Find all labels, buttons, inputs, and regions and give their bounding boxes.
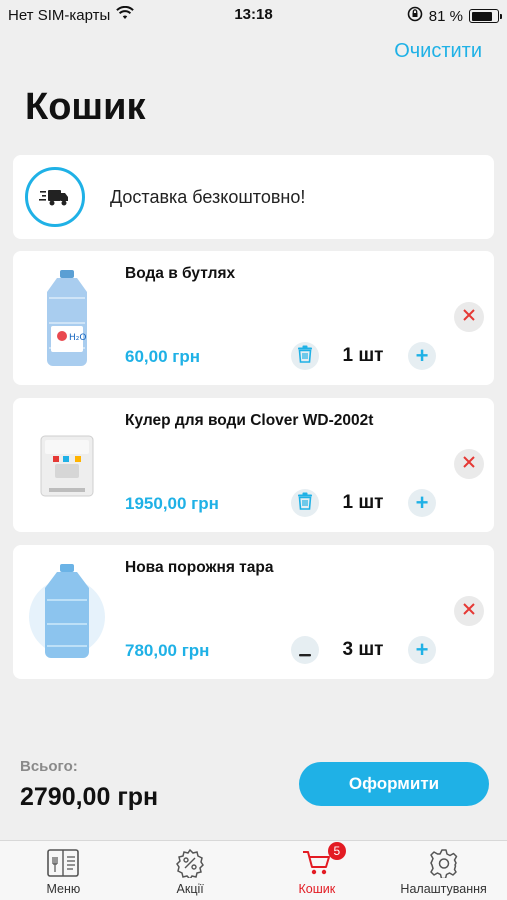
truck-icon	[25, 167, 85, 227]
water-cooler-image	[23, 410, 111, 520]
checkout-button[interactable]: Оформити	[299, 762, 489, 806]
cart-item: H₂O Вода в бутлях 60,00 грн 1 шт +	[13, 251, 494, 385]
battery-percent: 81 %	[428, 7, 463, 25]
product-price: 1950,00 грн	[125, 494, 219, 513]
increase-quantity-button[interactable]: +	[408, 342, 436, 370]
remove-item-button[interactable]	[454, 449, 484, 479]
tab-bar: Меню Акції 5 Кошик Налаштування	[0, 840, 507, 900]
minus-icon	[299, 639, 311, 661]
trash-button[interactable]	[291, 342, 319, 370]
tab-label: Акції	[176, 882, 204, 896]
remove-item-button[interactable]	[454, 596, 484, 626]
orientation-lock-icon	[407, 6, 423, 26]
delivery-banner: Доставка безкоштовно!	[13, 155, 494, 239]
increase-quantity-button[interactable]: +	[408, 636, 436, 664]
product-name: Нова порожня тара	[125, 559, 274, 576]
status-right: 81 %	[407, 6, 502, 26]
tab-menu[interactable]: Меню	[0, 841, 127, 900]
product-price: 60,00 грн	[125, 347, 200, 366]
cart-icon: 5	[302, 842, 346, 880]
cart-badge: 5	[327, 842, 346, 860]
battery-icon	[469, 9, 502, 23]
trash-icon	[297, 345, 313, 367]
cart-item: Нова порожня тара 780,00 грн 3 шт +	[13, 545, 494, 679]
cart-item: Кулер для води Clover WD-2002t 1950,00 г…	[13, 398, 494, 532]
page-title: Кошик	[25, 86, 146, 128]
close-icon	[463, 308, 475, 326]
increase-quantity-button[interactable]: +	[408, 489, 436, 517]
plus-icon: +	[415, 490, 429, 515]
product-name: Вода в бутлях	[125, 265, 236, 282]
quantity-value: 3 шт	[342, 639, 384, 660]
total-label: Всього:	[20, 758, 78, 775]
tab-promotions[interactable]: Акції	[127, 841, 254, 900]
tab-label: Кошик	[298, 882, 336, 896]
empty-bottle-image	[23, 557, 111, 667]
gear-icon	[429, 846, 459, 880]
status-bar: Нет SIM-карты 13:18 81 %	[0, 0, 507, 30]
tab-label: Меню	[46, 882, 81, 896]
discount-badge-icon	[175, 846, 205, 880]
plus-icon: +	[415, 343, 429, 368]
product-price: 780,00 грн	[125, 641, 210, 660]
water-bottle-image: H₂O	[23, 263, 111, 373]
quantity-value: 1 шт	[342, 345, 384, 366]
clear-cart-button[interactable]: Очистити	[394, 40, 482, 63]
delivery-text: Доставка безкоштовно!	[110, 186, 306, 207]
product-name: Кулер для води Clover WD-2002t	[125, 412, 374, 429]
trash-icon	[297, 492, 313, 514]
close-icon	[463, 602, 475, 620]
total-value: 2790,00 грн	[20, 783, 159, 811]
battery-level	[471, 11, 492, 21]
close-icon	[463, 455, 475, 473]
plus-icon: +	[415, 637, 429, 662]
tab-label: Налаштування	[400, 882, 487, 896]
tab-cart[interactable]: 5 Кошик	[254, 841, 381, 900]
menu-book-icon	[46, 846, 80, 880]
quantity-value: 1 шт	[342, 492, 384, 513]
remove-item-button[interactable]	[454, 302, 484, 332]
svg-text:H₂O: H₂O	[69, 333, 86, 343]
trash-button[interactable]	[291, 489, 319, 517]
tab-settings[interactable]: Налаштування	[380, 841, 507, 900]
decrease-quantity-button[interactable]	[291, 636, 319, 664]
